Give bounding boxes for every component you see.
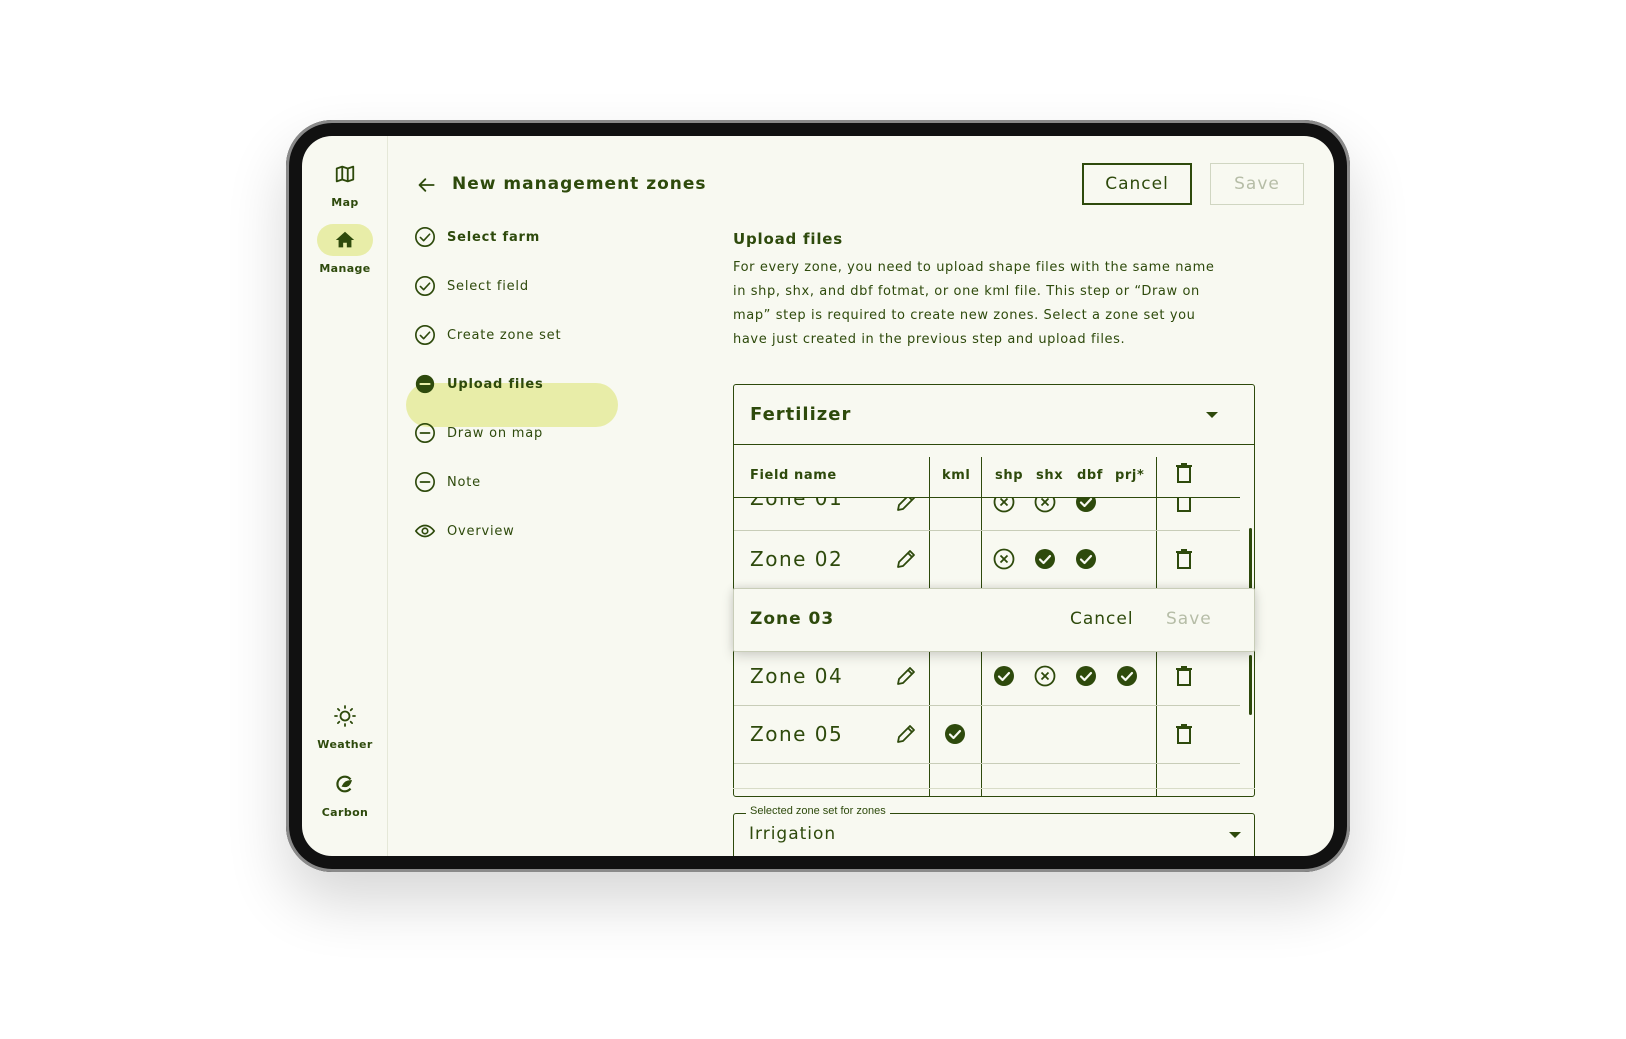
check-circle-icon: [414, 226, 436, 248]
zone-set-select-label: Selected zone set for zones: [746, 805, 890, 817]
save-button[interactable]: Save: [1210, 163, 1304, 205]
col-header-shx: shx: [1036, 468, 1064, 483]
home-icon: [317, 224, 373, 256]
table-row[interactable]: Zone 05: [734, 706, 1240, 762]
row-divider: [734, 763, 1240, 764]
step-select-field[interactable]: Select field: [414, 266, 529, 306]
check-circle-filled-icon: [1076, 666, 1096, 686]
zone-name: Zone 01: [750, 498, 844, 510]
step-draw-on-map[interactable]: Draw on map: [414, 413, 543, 453]
sun-icon: [317, 700, 373, 732]
eye-icon: [414, 520, 436, 542]
minus-circle-icon: [414, 422, 436, 444]
back-arrow-icon[interactable]: [415, 173, 439, 197]
caret-down-icon: [1206, 412, 1218, 418]
rail-item-manage[interactable]: Manage: [310, 224, 380, 275]
zone-type-dropdown[interactable]: Fertilizer: [734, 385, 1254, 445]
edit-cancel-button[interactable]: Cancel: [1070, 609, 1134, 629]
section-description: For every zone, you need to upload shape…: [733, 260, 1215, 347]
col-header-dbf: dbf: [1077, 468, 1104, 483]
zone-name: Zone 02: [750, 547, 844, 571]
check-circle-icon: [414, 275, 436, 297]
step-upload-files[interactable]: Upload files: [414, 364, 544, 404]
check-circle-filled-icon: [945, 724, 965, 744]
rail-item-carbon[interactable]: Carbon: [310, 768, 380, 819]
carbon-icon: [317, 768, 373, 800]
navigation-rail: Map Manage Weather Carbon: [302, 136, 388, 856]
delete-all-icon[interactable]: [1172, 461, 1196, 485]
table-scrollbar[interactable]: [1249, 655, 1252, 715]
pencil-icon[interactable]: [894, 722, 918, 746]
step-label: Draw on map: [447, 425, 544, 441]
check-circle-filled-icon: [1117, 666, 1137, 686]
edit-save-button[interactable]: Save: [1166, 609, 1212, 629]
cancel-button[interactable]: Cancel: [1082, 163, 1192, 205]
section-title: Upload files: [733, 230, 843, 248]
rail-label-map: Map: [331, 196, 359, 209]
zone-name: Zone 04: [750, 664, 844, 688]
minus-circle-icon: [414, 471, 436, 493]
zone-set-select-value: Irrigation: [749, 824, 837, 844]
x-circle-icon: [1034, 498, 1056, 513]
trash-icon[interactable]: [1172, 547, 1196, 571]
pencil-icon[interactable]: [894, 547, 918, 571]
trash-icon[interactable]: [1172, 722, 1196, 746]
step-note[interactable]: Note: [414, 462, 481, 502]
map-icon: [317, 158, 373, 190]
zone-name: Zone 05: [750, 722, 844, 746]
x-circle-icon: [993, 498, 1015, 513]
page-title: New management zones: [452, 174, 707, 194]
check-circle-filled-icon: [994, 666, 1014, 686]
col-header-shp: shp: [995, 468, 1024, 483]
rail-item-map[interactable]: Map: [310, 158, 380, 209]
step-label: Overview: [447, 523, 515, 539]
rail-label-carbon: Carbon: [321, 806, 369, 819]
minus-circle-filled-icon: [414, 373, 436, 395]
edit-zone-name[interactable]: Zone 03: [750, 609, 834, 629]
pencil-icon[interactable]: [894, 664, 918, 688]
step-create-zone-set[interactable]: Create zone set: [414, 315, 561, 355]
trash-icon[interactable]: [1172, 664, 1196, 688]
x-circle-icon: [1034, 665, 1056, 687]
zone-edit-row: Zone 03 Cancel Save: [733, 588, 1255, 652]
rail-label-manage: Manage: [319, 262, 371, 275]
check-circle-filled-icon: [1076, 549, 1096, 569]
zone-type-label: Fertilizer: [750, 404, 852, 425]
col-header-kml: kml: [942, 468, 971, 483]
trash-icon[interactable]: [1172, 498, 1196, 514]
check-circle-filled-icon: [1035, 549, 1055, 569]
check-circle-icon: [414, 324, 436, 346]
x-circle-icon: [993, 548, 1015, 570]
step-overview[interactable]: Overview: [414, 511, 515, 551]
check-circle-filled-icon: [1076, 498, 1096, 512]
col-header-field-name: Field name: [750, 468, 837, 483]
table-row[interactable]: Zone 01: [734, 498, 1240, 530]
rail-item-weather[interactable]: Weather: [310, 700, 380, 751]
step-label: Upload files: [447, 376, 544, 392]
caret-down-icon: [1229, 832, 1241, 838]
step-select-farm[interactable]: Select farm: [414, 217, 540, 257]
table-row[interactable]: Zone 04: [734, 648, 1240, 704]
step-label: Note: [447, 474, 481, 490]
step-label: Select farm: [447, 229, 541, 245]
table-row[interactable]: Zone 02: [734, 531, 1240, 587]
section-divider: [733, 788, 1255, 789]
step-label: Create zone set: [447, 327, 562, 343]
col-header-prj: prj*: [1115, 468, 1145, 483]
pencil-icon[interactable]: [894, 498, 918, 514]
rail-label-weather: Weather: [317, 738, 373, 751]
step-label: Select field: [447, 278, 529, 294]
app-screen: Map Manage Weather Carbon New management…: [302, 136, 1334, 856]
